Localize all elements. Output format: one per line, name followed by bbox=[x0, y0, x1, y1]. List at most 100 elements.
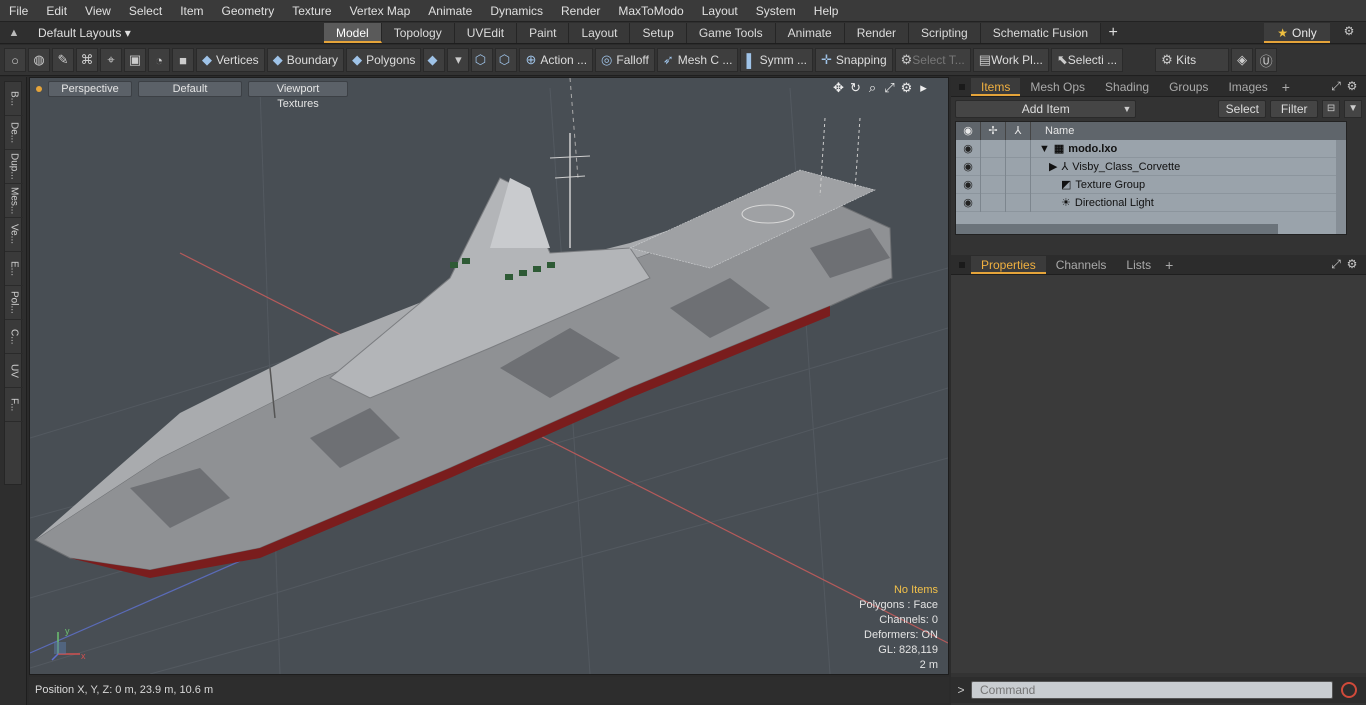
eye-icon[interactable]: ◉ bbox=[956, 193, 981, 212]
vtab-duplicate[interactable]: Dup... bbox=[5, 150, 23, 184]
polygons-button[interactable]: ◆ Polygons bbox=[346, 48, 422, 72]
symmetry-shield-button[interactable]: ⬡ bbox=[471, 48, 494, 72]
expand-panel-icon[interactable]: ⤢ bbox=[1328, 257, 1344, 272]
kits-button[interactable]: ⚙ Kits bbox=[1155, 48, 1230, 72]
symmetry-button[interactable]: ▌ Symm ... bbox=[740, 48, 813, 72]
mesh-constraint-button[interactable]: ➶ Mesh C ... bbox=[656, 48, 739, 72]
vtab-uv[interactable]: UV bbox=[5, 354, 23, 388]
collapse-icon[interactable]: ⊟ bbox=[1322, 100, 1341, 118]
eye-icon[interactable]: ◉ bbox=[956, 139, 981, 158]
menu-system[interactable]: System bbox=[747, 0, 805, 22]
vtab-basic[interactable]: B... bbox=[5, 82, 23, 116]
add-item-button[interactable]: Add Item ▼ bbox=[955, 100, 1137, 118]
unity-button[interactable]: ◈ bbox=[1231, 48, 1254, 72]
globe-button[interactable]: ◍ bbox=[28, 48, 50, 72]
only-toggle[interactable]: ★ Only bbox=[1264, 23, 1330, 43]
tab-scripting[interactable]: Scripting bbox=[909, 22, 981, 43]
selection-sets-button[interactable]: ⬉ Selecti ... bbox=[1050, 48, 1124, 72]
vtab-mesh-edit[interactable]: Mes... bbox=[5, 184, 23, 218]
record-macro-icon[interactable] bbox=[1341, 682, 1357, 698]
tab-render[interactable]: Render bbox=[844, 22, 910, 43]
square-select-button[interactable]: ▣ bbox=[124, 48, 146, 72]
vertices-button[interactable]: ◆ Vertices bbox=[196, 48, 265, 72]
menu-texture[interactable]: Texture bbox=[283, 0, 340, 22]
menu-view[interactable]: View bbox=[76, 0, 120, 22]
pen-button[interactable]: ✎ bbox=[52, 48, 74, 72]
ring-button[interactable]: ◔ bbox=[148, 48, 170, 72]
panel-gear-icon[interactable]: ⚙ bbox=[1344, 79, 1360, 94]
add-layout-tab-icon[interactable]: + bbox=[1101, 24, 1125, 42]
menu-vertex-map[interactable]: Vertex Map bbox=[341, 0, 420, 22]
tab-items[interactable]: Items bbox=[971, 77, 1021, 96]
viewport-expand-icon[interactable]: ▸ bbox=[915, 80, 932, 96]
panel-gear-icon[interactable]: ⚙ bbox=[1344, 257, 1360, 272]
vtab-curve[interactable]: C... bbox=[5, 320, 23, 354]
3d-viewport[interactable]: Perspective Default Viewport Textures ✥ … bbox=[29, 77, 949, 675]
falloff-button[interactable]: ◎ Falloff bbox=[595, 48, 655, 72]
view-type-button[interactable]: Perspective bbox=[48, 81, 132, 97]
viewport-textures-button[interactable]: Viewport Textures bbox=[248, 81, 348, 110]
menu-maxtomodo[interactable]: MaxToModo bbox=[609, 0, 692, 22]
material-mode-button[interactable]: ◆ bbox=[423, 48, 446, 72]
menu-select[interactable]: Select bbox=[120, 0, 171, 22]
tab-properties[interactable]: Properties bbox=[971, 255, 1046, 274]
vtab-deform[interactable]: De... bbox=[5, 116, 23, 150]
boundary-button[interactable]: ◆ Boundary bbox=[266, 48, 345, 72]
panel-menu-icon[interactable] bbox=[959, 83, 965, 90]
viewport-menu-dot-icon[interactable] bbox=[36, 86, 42, 92]
tab-uvedit[interactable]: UVEdit bbox=[454, 22, 518, 43]
tab-paint[interactable]: Paint bbox=[517, 22, 570, 43]
maximize-icon[interactable]: ⤢ bbox=[881, 80, 898, 96]
vtab-vertex[interactable]: Ve... bbox=[5, 218, 23, 252]
filter-button[interactable]: Filter bbox=[1270, 100, 1319, 118]
tab-lists[interactable]: Lists bbox=[1116, 256, 1161, 274]
lasso-button[interactable]: ⌘ bbox=[76, 48, 98, 72]
zoom-icon[interactable]: ⌕ bbox=[864, 80, 881, 96]
list-item[interactable]: ◉ ▶ ⅄ Visby_Class_Corvette bbox=[956, 157, 1346, 176]
menu-animate[interactable]: Animate bbox=[419, 0, 481, 22]
eye-icon[interactable]: ◉ bbox=[956, 157, 981, 176]
vtab-polygon[interactable]: Pol... bbox=[5, 286, 23, 320]
menu-layout[interactable]: Layout bbox=[693, 0, 747, 22]
tab-images[interactable]: Images bbox=[1218, 78, 1277, 96]
tab-animate[interactable]: Animate bbox=[775, 22, 845, 43]
visibility-col-eye-icon[interactable]: ◉ bbox=[956, 122, 981, 140]
tab-model[interactable]: Model bbox=[324, 22, 382, 43]
item-mode-button[interactable]: ■ bbox=[172, 48, 194, 72]
list-item[interactable]: ◉ ▼ ▦ modo.lxo bbox=[956, 139, 1346, 158]
tab-channels[interactable]: Channels bbox=[1046, 256, 1117, 274]
crosshair-button[interactable]: ⌖ bbox=[100, 48, 122, 72]
gear-icon[interactable]: ⚙ bbox=[1340, 24, 1358, 42]
default-layouts-dropdown[interactable]: Default Layouts ▾ bbox=[28, 26, 324, 40]
tab-shading[interactable]: Shading bbox=[1095, 78, 1159, 96]
menu-edit[interactable]: Edit bbox=[37, 0, 76, 22]
eye-icon[interactable]: ◉ bbox=[956, 175, 981, 194]
expand-triangle-icon[interactable]: ▼ bbox=[1039, 143, 1050, 155]
pan-icon[interactable]: ✥ bbox=[830, 80, 847, 96]
tab-schematic-fusion[interactable]: Schematic Fusion bbox=[980, 22, 1102, 43]
tab-layout[interactable]: Layout bbox=[569, 22, 631, 43]
tab-setup[interactable]: Setup bbox=[630, 22, 687, 43]
command-input[interactable] bbox=[971, 681, 1333, 699]
select-through-button[interactable]: ⚙ Select T... bbox=[894, 48, 971, 72]
expand-panel-icon[interactable]: ⤢ bbox=[1328, 79, 1344, 94]
menu-file[interactable]: File bbox=[0, 0, 37, 22]
collapse-triangle-icon[interactable]: ▶ bbox=[1049, 160, 1057, 173]
menu-render[interactable]: Render bbox=[552, 0, 609, 22]
vtab-fusion[interactable]: F... bbox=[5, 388, 23, 422]
rotate-icon[interactable]: ↻ bbox=[847, 80, 864, 96]
add-panel-tab-icon[interactable]: + bbox=[1165, 257, 1173, 273]
unreal-button[interactable]: Ⓤ bbox=[1255, 48, 1278, 72]
tab-mesh-ops[interactable]: Mesh Ops bbox=[1020, 78, 1095, 96]
lock-col-icon[interactable]: ✢ bbox=[981, 122, 1006, 140]
list-item[interactable]: ◉ ☀ Directional Light bbox=[956, 193, 1346, 212]
type-col-icon[interactable]: ⅄ bbox=[1006, 122, 1031, 140]
add-panel-tab-icon[interactable]: + bbox=[1282, 79, 1290, 95]
vertical-scrollbar[interactable] bbox=[1336, 140, 1346, 234]
layout-toggle-icon[interactable]: ▲ bbox=[0, 27, 28, 39]
tab-topology[interactable]: Topology bbox=[381, 22, 455, 43]
menu-help[interactable]: Help bbox=[805, 0, 848, 22]
shield2-button[interactable]: ⬡ bbox=[495, 48, 518, 72]
select-circle-button[interactable]: ○ bbox=[4, 48, 26, 72]
list-item[interactable]: ◉ ◩ Texture Group bbox=[956, 175, 1346, 194]
